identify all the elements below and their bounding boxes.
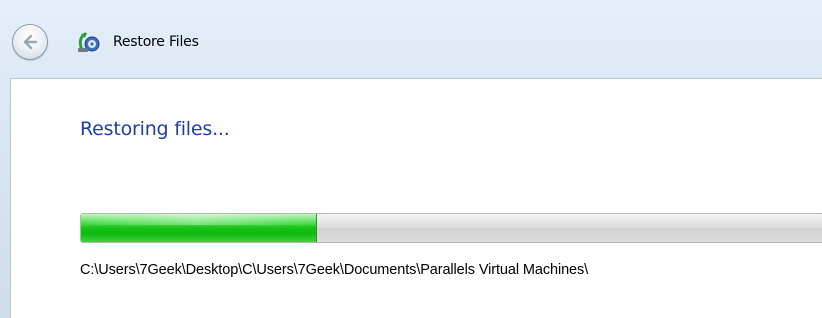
back-arrow-icon bbox=[23, 34, 38, 50]
title-bar: Restore Files bbox=[0, 0, 822, 78]
progress-fill bbox=[81, 214, 317, 242]
progress-bar bbox=[80, 213, 822, 243]
restore-files-icon bbox=[78, 32, 100, 52]
page-heading: Restoring files... bbox=[80, 118, 230, 140]
back-button[interactable] bbox=[12, 24, 48, 60]
current-file-path: C:\Users\7Geek\Desktop\C\Users\7Geek\Doc… bbox=[80, 262, 589, 278]
window-title: Restore Files bbox=[113, 34, 199, 50]
content-area: Restoring files... C:\Users\7Geek\Deskto… bbox=[10, 78, 822, 318]
window-frame: Restore Files Restoring files... C:\User… bbox=[0, 0, 822, 318]
